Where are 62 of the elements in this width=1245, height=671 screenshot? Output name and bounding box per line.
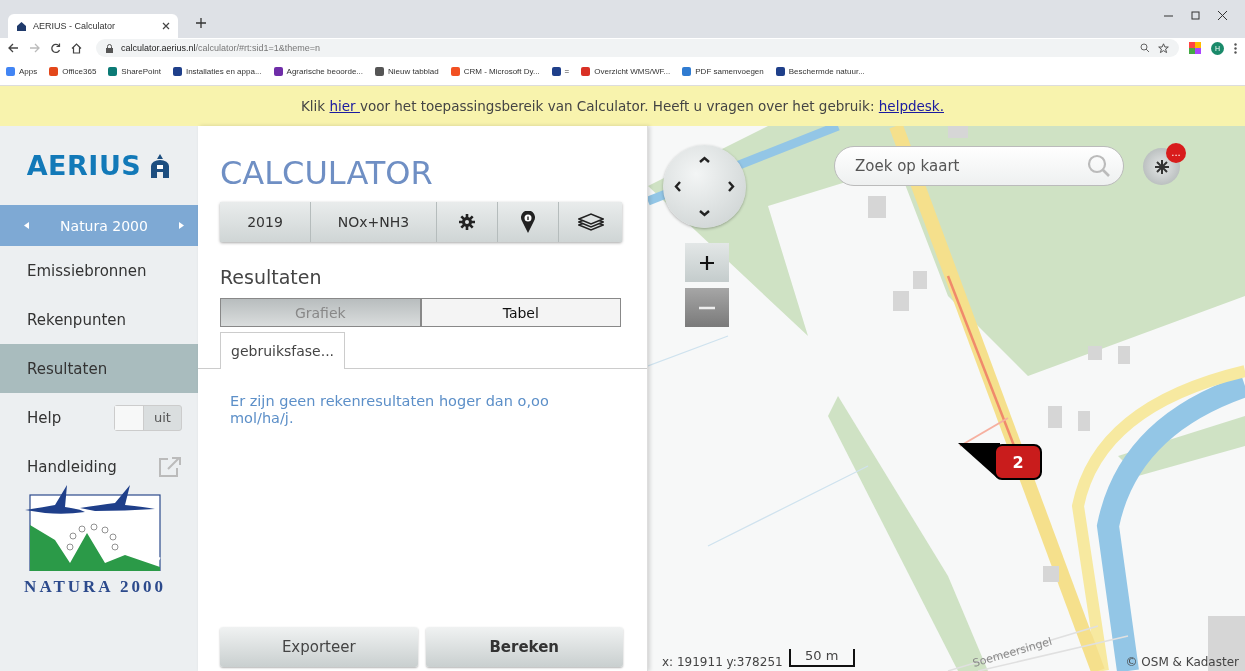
new-tab-icon[interactable] [196, 18, 206, 28]
app-title: CALCULATOR [220, 154, 434, 192]
coordinates-text: x: 191911 y:378251 [662, 655, 783, 669]
view-toggle-button[interactable]: Tabel [420, 298, 621, 327]
attribution-text: © OSM & Kadaster [1125, 655, 1239, 669]
empty-results-message: Er zijn geen rekenresultaten hoger dan o,oo mol/ha/j. [230, 393, 550, 427]
logo-icon [149, 153, 172, 178]
sidebar-item[interactable]: Resultaten [0, 344, 198, 393]
settings-button[interactable] [437, 202, 498, 242]
menu-icon[interactable] [1234, 42, 1237, 54]
year-button[interactable]: 2019 [220, 202, 311, 242]
source-marker[interactable]: 2 [994, 444, 1042, 480]
map-search-field[interactable]: Zoek op kaart [834, 146, 1124, 186]
bookmark-link[interactable]: Overzicht WMS/WF... [594, 67, 671, 76]
back-arrow-icon[interactable] [8, 43, 19, 53]
bookmark-link[interactable]: Apps [19, 67, 38, 76]
layers-icon [577, 213, 604, 231]
address-bar[interactable]: calculator.aerius.nl/calculator/#rt:sid1=1&theme=n [96, 39, 1179, 57]
reload-icon[interactable] [50, 42, 61, 54]
bookmark-link[interactable]: = [564, 67, 570, 76]
sidebar-item[interactable]: Emissiebronnen [0, 246, 198, 295]
banner-text: Klik hier voor het toepassingsbereik van Calculator. Heeft u vragen over het gebruik: helpdesk. [301, 98, 944, 114]
manual-link[interactable]: Handleiding [27, 457, 117, 476]
bookmark-link[interactable]: Beschermde natuur... [788, 67, 865, 76]
substance-button[interactable]: NOx+NH3 [311, 202, 437, 242]
scale-bar: 50 m [788, 649, 855, 667]
bookmark-link[interactable]: Installaties en appa... [185, 67, 262, 76]
bookmark-link[interactable]: CRM - Microsoft Dy... [463, 67, 540, 76]
section-heading: Resultaten [220, 266, 323, 288]
hier-link[interactable]: hier [329, 98, 360, 114]
info-pin-button[interactable] [498, 202, 559, 242]
plus-icon [699, 254, 715, 271]
minus-icon [699, 305, 715, 310]
sidebar-item[interactable]: Rekenpunten [0, 295, 198, 344]
bookmark-link[interactable]: PDF samenvoegen [695, 67, 764, 76]
export-button[interactable]: Exporteer [220, 627, 418, 667]
help-toggle[interactable]: uit [114, 404, 182, 431]
search-input[interactable]: Zoek op kaart [853, 156, 1087, 176]
map-pin-icon [521, 211, 535, 233]
star-icon[interactable] [1158, 42, 1169, 54]
lock-icon [106, 43, 113, 53]
extension-icon[interactable] [1189, 42, 1201, 54]
app-logo: AERIUS [26, 150, 142, 181]
result-tab[interactable]: gebruiksfase... [220, 332, 346, 369]
home-icon[interactable] [71, 42, 82, 54]
layers-button[interactable] [559, 202, 622, 242]
bookmark-link[interactable]: SharePoint [121, 67, 161, 76]
house-icon [16, 20, 27, 32]
bookmark-link[interactable]: Nieuw tabblad [388, 67, 439, 76]
calculate-button[interactable]: Bereken [425, 627, 623, 667]
bookmark-link[interactable]: Office365 [62, 67, 97, 76]
helpdesk-link[interactable]: helpdesk. [878, 98, 944, 114]
bookmark-link[interactable]: Agrarische beoorde... [286, 67, 364, 76]
asterisk-icon [1153, 158, 1170, 175]
close-icon[interactable] [1218, 10, 1227, 20]
help-label: Help [27, 408, 62, 427]
maximize-icon[interactable] [1191, 10, 1200, 20]
gear-icon [459, 214, 475, 230]
browser-tab[interactable]: AERIUS - Calculator [8, 14, 178, 38]
close-icon[interactable] [162, 22, 170, 30]
zoom-in-button[interactable] [685, 243, 729, 282]
zoom-icon[interactable] [1140, 43, 1150, 53]
